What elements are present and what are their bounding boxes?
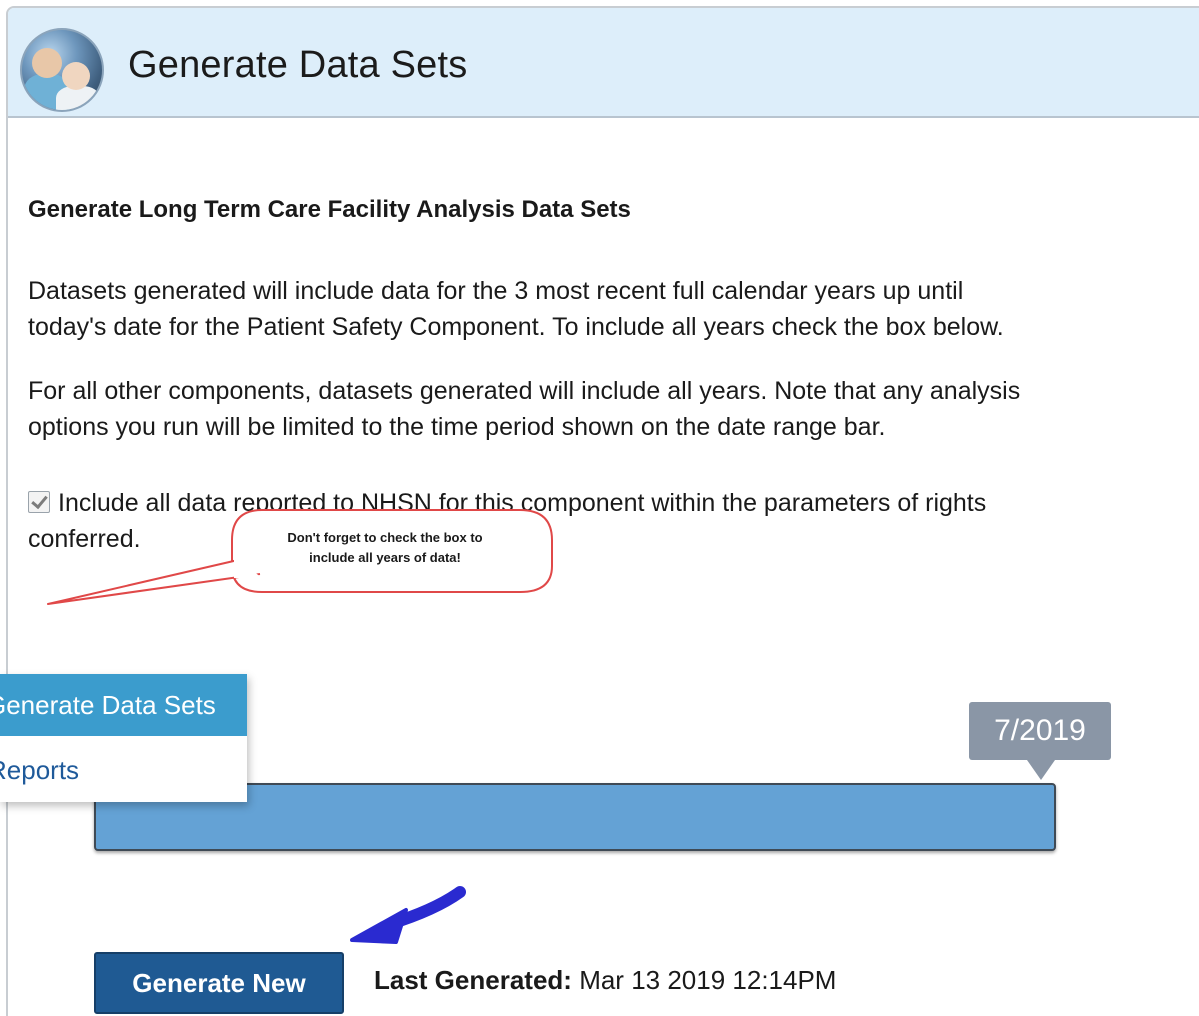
callout-line-1: Don't forget to check the box to xyxy=(287,530,483,545)
pointer-arrow-icon xyxy=(350,886,466,944)
generate-new-button[interactable]: Generate New xyxy=(94,952,344,1014)
description-paragraph: Datasets generated will include data for… xyxy=(28,277,1004,341)
panel-header: Generate Data Sets xyxy=(8,8,1199,118)
dropdown-menu: Generate Data Sets Reports xyxy=(0,674,247,802)
main-content: Generate Long Term Care Facility Analysi… xyxy=(28,190,1038,557)
menu-item-label: Generate Data Sets xyxy=(0,690,216,720)
menu-item-label: Reports xyxy=(0,755,80,785)
menu-item-reports[interactable]: Reports xyxy=(0,750,247,790)
section-title: Generate Long Term Care Facility Analysi… xyxy=(28,196,631,223)
menu-item-generate-data-sets[interactable]: Generate Data Sets xyxy=(0,674,247,736)
page-title: Generate Data Sets xyxy=(128,44,468,86)
callout-line-2: include all years of data! xyxy=(309,550,461,565)
components-note-paragraph: For all other components, datasets gener… xyxy=(28,377,1021,441)
last-generated-info: Last Generated: Mar 13 2019 12:14PM xyxy=(374,960,836,1000)
healthcare-workers-icon xyxy=(20,28,104,112)
date-range-end-tooltip: 7/2019 xyxy=(969,702,1111,780)
include-all-data-checkbox[interactable] xyxy=(28,491,50,513)
callout-text: Don't forget to check the box to include… xyxy=(230,528,540,568)
last-generated-label: Last Generated: xyxy=(374,965,572,995)
page: Generate Data Sets Generate Long Term Ca… xyxy=(0,0,1199,1016)
last-generated-value: Mar 13 2019 12:14PM xyxy=(579,965,837,995)
